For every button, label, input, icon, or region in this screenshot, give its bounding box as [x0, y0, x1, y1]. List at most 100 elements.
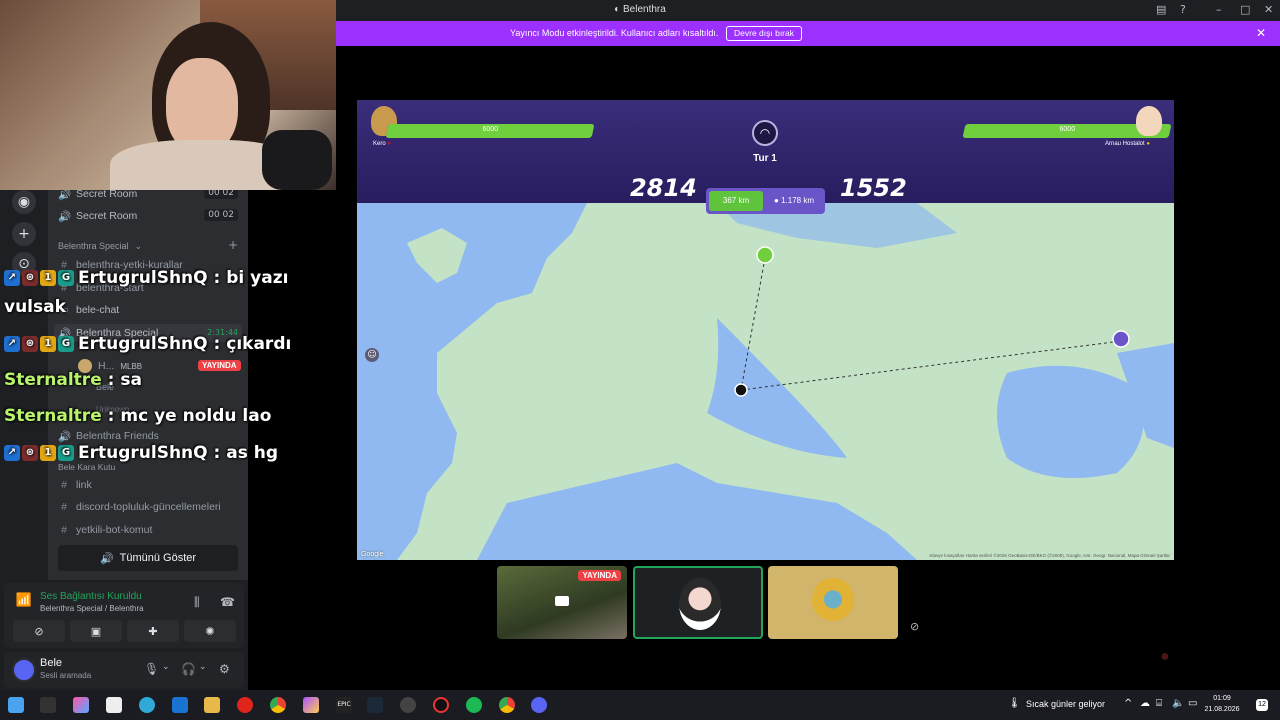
noise-suppression-icon[interactable]: ⫼: [194, 595, 200, 610]
black-sea: [997, 365, 1144, 478]
user-status: Sesli aramada: [40, 671, 92, 680]
player-right-distance-text: 1.178 km: [781, 196, 814, 205]
speaker-icon: 🔊: [99, 552, 114, 565]
participant-tile-avatar[interactable]: [768, 566, 898, 639]
badge-icon: ↗: [4, 270, 20, 286]
close-window-button[interactable]: ✕: [1264, 3, 1273, 16]
clock-date[interactable]: 21.08.2026: [1200, 706, 1244, 713]
store-icon[interactable]: [106, 697, 122, 713]
volume-icon[interactable]: 🔈: [1172, 698, 1184, 709]
copilot-app-icon[interactable]: [303, 697, 319, 713]
chat-message: ↗ ⊛ 1 G ErtugrulShnQ : çıkardı: [4, 334, 291, 354]
channel-item[interactable]: # link: [58, 476, 92, 494]
category-belenthra-special[interactable]: Belenthra Special ⌄: [58, 237, 142, 255]
add-server-icon[interactable]: +: [12, 222, 36, 246]
close-icon[interactable]: ✕: [1256, 26, 1266, 40]
help-icon[interactable]: ?: [1180, 3, 1186, 16]
banner-text: Yayıncı Modu etkinleştirildi. Kullanıcı …: [510, 28, 719, 38]
badge-icon: ↗: [4, 445, 20, 461]
app-icon[interactable]: [433, 697, 449, 713]
badge-icon: 1: [40, 336, 56, 352]
hash-icon: #: [61, 524, 67, 536]
distance-box: 367 km ● 1.178 km: [706, 188, 825, 214]
channel-item[interactable]: ▭ bele-chat: [58, 301, 119, 319]
hash-icon: #: [61, 479, 67, 491]
soundboard-icon: ✺: [205, 624, 215, 638]
cloud-icon[interactable]: ☁: [1140, 698, 1150, 709]
chevron-down-icon[interactable]: ⌄: [162, 662, 170, 672]
camera-off-button[interactable]: ⊘: [13, 620, 65, 642]
show-all-button[interactable]: 🔊 Tümünü Göster: [58, 545, 238, 571]
player-left-guess-pin: [756, 246, 774, 264]
voice-location[interactable]: Belenthra Special / Belenthra: [40, 604, 144, 613]
epic-games-icon[interactable]: EPIC: [336, 697, 352, 713]
microphone-icon[interactable]: 🎙: [144, 662, 159, 676]
world-map[interactable]: Google Klavye kısayolları Harita veriler…: [357, 203, 1174, 560]
edge-icon[interactable]: [139, 697, 155, 713]
network-icon[interactable]: ⌸: [1156, 698, 1162, 709]
user-name[interactable]: Bele: [40, 657, 62, 669]
start-icon[interactable]: [8, 697, 24, 713]
windows-taskbar: EPIC 🌡 Sıcak günler geliyor ^ ☁ ⌸ 🔈 ▭ 01…: [0, 690, 1280, 720]
chat-text: : as hg: [213, 443, 279, 463]
chevron-up-icon[interactable]: ^: [1124, 698, 1132, 709]
channel-item[interactable]: # discord-topluluk-güncellemeleri: [58, 498, 221, 516]
voice-channel-secret-room-2[interactable]: 🔊 Secret Room: [58, 207, 137, 225]
task-view-icon[interactable]: [40, 697, 56, 713]
badge-icon: G: [58, 445, 74, 461]
channel-item[interactable]: # yetkili-bot-komut: [58, 521, 152, 539]
player-left-distance: 367 km: [709, 191, 763, 211]
weather-text[interactable]: Sıcak günler geliyor: [1026, 699, 1105, 709]
chat-nick: Sternaltre: [4, 370, 102, 390]
speaker-icon: 🔊: [58, 430, 72, 443]
geo-game-screen: Kero ● 6000 ◠ Tur 1 6000 Arnau Hostalot …: [357, 100, 1174, 560]
target-location-pin: [734, 383, 748, 397]
chat-badges: ↗ ⊛ 1 G: [4, 445, 74, 461]
headphones-icon[interactable]: 🎧: [181, 662, 196, 676]
badge-icon: 1: [40, 445, 56, 461]
server-icon[interactable]: ◉: [12, 190, 36, 214]
chat-nick: Sternaltre: [4, 406, 102, 426]
chat-text-continued: vulsak: [4, 297, 66, 317]
chrome-icon[interactable]: [270, 697, 286, 713]
notification-count[interactable]: 12: [1256, 699, 1268, 711]
file-explorer-icon[interactable]: [204, 697, 220, 713]
discord-icon[interactable]: [531, 697, 547, 713]
spotify-icon[interactable]: [466, 697, 482, 713]
avatar[interactable]: [12, 658, 36, 682]
chrome-icon[interactable]: [499, 697, 515, 713]
chat-text: : sa: [107, 370, 142, 390]
participant-tile-video[interactable]: YAYINDA: [497, 566, 627, 639]
screen-share-button[interactable]: ▣: [70, 620, 122, 642]
chat-message: Sternaltre : sa: [4, 370, 142, 390]
inbox-icon[interactable]: ▤: [1156, 3, 1166, 16]
participant-tile-avatar[interactable]: [633, 566, 763, 639]
player-right-guess-pin: [1112, 330, 1130, 348]
user-panel: Bele Sesli aramada 🎙 ⌄ 🎧 ⌄ ⚙: [4, 652, 244, 688]
steam-icon[interactable]: [367, 697, 383, 713]
chat-nick: ErtugrulShnQ: [78, 268, 208, 288]
channel-label: yetkili-bot-komut: [76, 524, 153, 536]
battery-icon[interactable]: ▭: [1188, 698, 1197, 709]
add-channel-icon[interactable]: +: [228, 238, 238, 252]
settings-gear-icon[interactable]: ⚙: [219, 662, 230, 676]
mail-icon[interactable]: [172, 697, 188, 713]
map-attribution[interactable]: Klavye kısayolları Harita verileri ©2026…: [930, 553, 1170, 558]
clock-time[interactable]: 01:09: [1206, 695, 1238, 702]
maximize-button[interactable]: □: [1240, 3, 1250, 16]
player-left-score: 2814: [630, 174, 697, 202]
channel-label: Secret Room: [76, 210, 138, 222]
disable-streamer-mode-button[interactable]: Devre dışı bırak: [726, 26, 802, 41]
disconnect-icon[interactable]: ☎: [220, 595, 235, 609]
soundboard-button[interactable]: ✺: [184, 620, 236, 642]
user-icon: ●: [774, 196, 779, 205]
emoji-icon[interactable]: ☺: [365, 348, 379, 362]
copilot-icon[interactable]: [73, 697, 89, 713]
app-icon[interactable]: [400, 697, 416, 713]
opera-icon[interactable]: [237, 697, 253, 713]
voice-status[interactable]: Ses Bağlantısı Kuruldu: [40, 591, 142, 602]
minimize-button[interactable]: –: [1216, 3, 1222, 16]
activities-button[interactable]: ✚: [127, 620, 179, 642]
avatar: [679, 578, 721, 630]
chevron-down-icon[interactable]: ⌄: [199, 662, 207, 672]
